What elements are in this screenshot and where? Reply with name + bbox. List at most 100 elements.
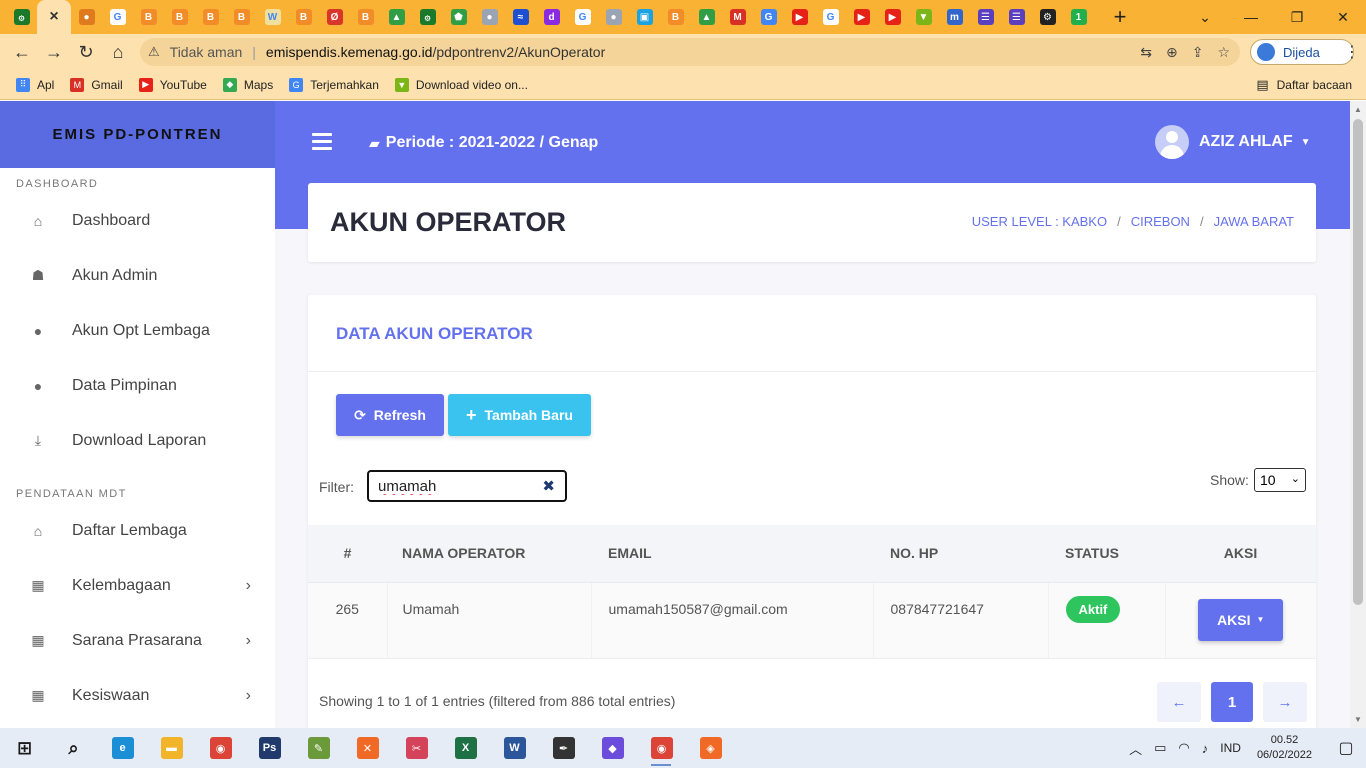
browser-tab[interactable]: ▶ — [877, 0, 908, 34]
browser-tab[interactable]: B — [226, 0, 257, 34]
add-new-button[interactable]: + Tambah Baru — [448, 394, 591, 436]
sidebar-item-akun-opt-lembaga[interactable]: ● Akun Opt Lembaga — [0, 303, 275, 358]
sublime-icon[interactable]: ◈ — [686, 728, 735, 768]
page-scrollbar[interactable]: ▲ ▼ — [1350, 101, 1366, 728]
column-header-phone[interactable]: NO. HP — [873, 525, 1048, 583]
notifications-icon[interactable]: ▢ — [1326, 738, 1366, 758]
sidebar-item-akun-admin[interactable]: ☗ Akun Admin — [0, 248, 275, 303]
insecure-label[interactable]: Tidak aman — [170, 44, 243, 60]
browser-tab[interactable]: B — [288, 0, 319, 34]
scroll-up-icon[interactable]: ▲ — [1354, 105, 1362, 114]
browser-tab[interactable]: ▼ — [908, 0, 939, 34]
column-header-no[interactable]: # — [308, 525, 387, 583]
sidebar-item-kelembagaan[interactable]: ▦ Kelembagaan › — [0, 558, 275, 613]
close-tab-icon[interactable]: × — [49, 8, 58, 26]
refresh-button[interactable]: ⟳ Refresh — [336, 394, 444, 436]
next-page-button[interactable]: → — [1263, 682, 1307, 722]
browser-tab[interactable]: B — [660, 0, 691, 34]
browser-tab[interactable]: ▲ — [381, 0, 412, 34]
clear-icon[interactable]: ✖ — [542, 477, 555, 495]
scissors-icon[interactable]: ✂ — [392, 728, 441, 768]
bookmark-item[interactable]: ▶ YouTube — [138, 77, 207, 92]
bookmark-item[interactable]: G Terjemahkan — [289, 77, 379, 92]
forward-button[interactable]: → — [38, 36, 70, 68]
browser-tab[interactable]: ● — [71, 0, 102, 34]
wifi-icon[interactable]: ◠ — [1178, 740, 1189, 756]
browser-tab[interactable]: ▶ — [846, 0, 877, 34]
bookmark-item[interactable]: ◆ Maps — [222, 77, 273, 92]
browser-tab[interactable]: G — [567, 0, 598, 34]
breadcrumb-province[interactable]: JAWA BARAT — [1214, 214, 1294, 229]
browser-tab[interactable]: ☰ — [1001, 0, 1032, 34]
tray-expand-icon[interactable]: ︿ — [1129, 739, 1142, 758]
browser-tab[interactable]: G — [753, 0, 784, 34]
home-button[interactable]: ⌂ — [102, 36, 134, 68]
browser-tab[interactable]: ▲ — [691, 0, 722, 34]
filter-field[interactable]: ✖ — [367, 470, 567, 502]
browser-tab[interactable]: d — [536, 0, 567, 34]
browser-tab[interactable]: ≈ — [505, 0, 536, 34]
brand-logo[interactable]: EMIS PD-PONTREN — [0, 101, 275, 168]
browser-tab[interactable]: ▣ — [629, 0, 660, 34]
browser-menu-icon[interactable]: ⋮ — [1340, 34, 1364, 70]
browser-tab-active[interactable]: × — [37, 0, 71, 34]
share-icon[interactable]: ⇪ — [1192, 44, 1204, 61]
browser-tab[interactable]: ⚙ — [1032, 0, 1063, 34]
action-dropdown-button[interactable]: AKSI ▼ — [1198, 598, 1284, 641]
translate-icon[interactable]: ⇆ — [1140, 44, 1152, 61]
browser-tab[interactable]: ☰ — [970, 0, 1001, 34]
browser-tab[interactable]: B — [195, 0, 226, 34]
excel-icon[interactable]: X — [441, 728, 490, 768]
page-size-select[interactable]: 10 ⌄ — [1254, 468, 1306, 492]
browser-tab[interactable]: Ø — [319, 0, 350, 34]
sidebar-item-kesiswaan[interactable]: ▦ Kesiswaan › — [0, 668, 275, 723]
tab-search-button[interactable]: ⌄ — [1182, 0, 1228, 34]
pen-tool-icon[interactable]: ✒ — [539, 728, 588, 768]
browser-tab[interactable]: ۞ — [412, 0, 443, 34]
browser-tab[interactable]: 1 — [1063, 0, 1094, 34]
xampp-icon[interactable]: ✕ — [343, 728, 392, 768]
minimize-button[interactable]: — — [1228, 0, 1274, 34]
user-menu[interactable]: AZIZ AHLAF ▼ — [1155, 125, 1311, 159]
browser-tab[interactable]: ● — [474, 0, 505, 34]
column-header-email[interactable]: EMAIL — [591, 525, 873, 583]
chrome-active-icon[interactable]: ◉ — [637, 728, 686, 768]
language-indicator[interactable]: IND — [1220, 741, 1241, 755]
browser-tab[interactable]: G — [102, 0, 133, 34]
browser-tab[interactable]: B — [350, 0, 381, 34]
breadcrumb-city[interactable]: CIREBON — [1131, 214, 1190, 229]
maximize-button[interactable]: ❐ — [1274, 0, 1320, 34]
edge-icon[interactable]: e — [98, 728, 147, 768]
browser-tab[interactable]: ⬟ — [443, 0, 474, 34]
address-bar[interactable]: ⚠ Tidak aman | emispendis.kemenag.go.id/… — [140, 38, 1240, 66]
bookmark-item[interactable]: M Gmail — [70, 77, 123, 92]
reading-list-button[interactable]: ▤ Daftar bacaan — [1256, 70, 1352, 100]
new-tab-button[interactable]: + — [1106, 4, 1134, 30]
browser-tab[interactable]: M — [722, 0, 753, 34]
bookmark-item[interactable]: ▼ Download video on... — [394, 77, 528, 92]
sidebar-item-data-pimpinan[interactable]: ● Data Pimpinan — [0, 358, 275, 413]
browser-tab[interactable]: ● — [598, 0, 629, 34]
column-header-status[interactable]: STATUS — [1048, 525, 1165, 583]
star-icon[interactable]: ☆ — [1217, 44, 1230, 61]
start-icon[interactable]: ⊞ — [0, 728, 49, 768]
close-window-button[interactable]: ✕ — [1320, 0, 1366, 34]
reload-button[interactable]: ↻ — [70, 36, 102, 68]
current-page-button[interactable]: 1 — [1211, 682, 1253, 722]
sidebar-item-daftar-lembaga[interactable]: ⌂ Daftar Lembaga — [0, 503, 275, 558]
browser-tab[interactable]: B — [133, 0, 164, 34]
browser-tab[interactable]: G — [815, 0, 846, 34]
battery-icon[interactable]: ▭ — [1154, 740, 1166, 756]
scroll-thumb[interactable] — [1353, 119, 1363, 605]
browser-tab[interactable]: W — [257, 0, 288, 34]
back-button[interactable]: ← — [6, 36, 38, 68]
profile-button[interactable]: Dijeda — [1250, 39, 1354, 65]
word-icon[interactable]: W — [490, 728, 539, 768]
bookmark-item[interactable]: ⠿ Apl — [16, 77, 54, 92]
scroll-down-icon[interactable]: ▼ — [1354, 715, 1362, 724]
sidebar-item-dashboard[interactable]: ⌂ Dashboard — [0, 193, 275, 248]
browser-tab[interactable]: ۞ — [6, 0, 37, 34]
chrome-icon[interactable]: ◉ — [196, 728, 245, 768]
column-header-name[interactable]: NAMA OPERATOR — [387, 525, 591, 583]
prev-page-button[interactable]: ← — [1157, 682, 1201, 722]
